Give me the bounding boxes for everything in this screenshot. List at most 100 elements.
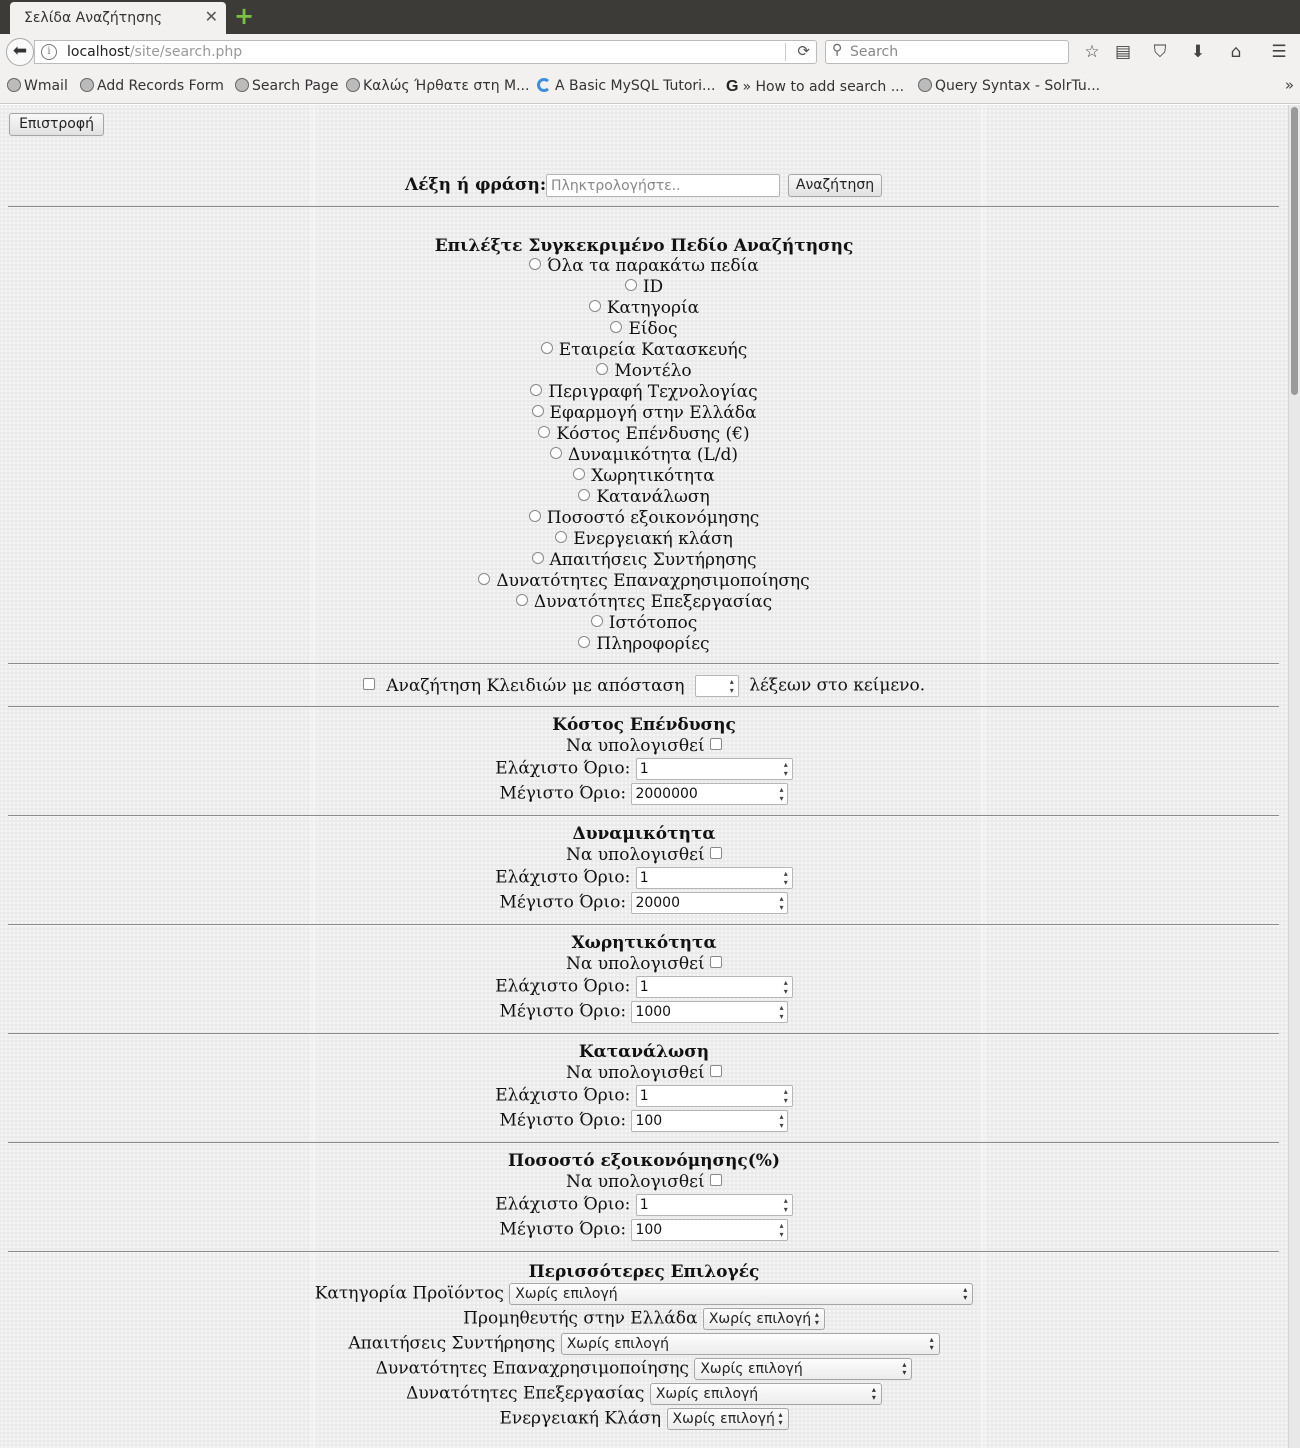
field-option[interactable]: Δυνατότητες Επεξεργασίας [0, 592, 1288, 613]
compute-checkbox[interactable] [710, 1065, 723, 1077]
compute-row: Να υπολογισθεί [0, 736, 1288, 757]
option-select[interactable]: Χωρίς επιλογή ▴ ▾ [702, 1308, 825, 1330]
field-radio[interactable] [596, 363, 609, 375]
field-radio[interactable] [610, 321, 623, 333]
field-option[interactable]: Κόστος Επένδυσης (€) [0, 424, 1288, 445]
close-icon[interactable]: ✕ [205, 7, 218, 26]
pocket-icon[interactable]: ⛉ [1148, 40, 1172, 64]
bookmark-query-syntax[interactable]: Query Syntax - SolrTu... [918, 78, 1100, 94]
field-option[interactable]: Απαιτήσεις Συντήρησης [0, 550, 1288, 571]
bookmark-search-page[interactable]: Search Page [235, 78, 338, 94]
browser-tab[interactable]: Σελίδα Αναζήτησης ✕ [10, 2, 226, 34]
field-radio[interactable] [531, 552, 544, 564]
max-value-stepper[interactable]: 20000 ▴ ▾ [631, 892, 789, 914]
field-radio[interactable] [540, 342, 553, 354]
option-select[interactable]: Χωρίς επιλογή ▴ ▾ [509, 1283, 974, 1305]
field-label: Δυνατότητες Επαναχρησιμοποίησης [496, 571, 810, 591]
url-text[interactable]: localhost/site/search.php [67, 44, 242, 60]
field-option[interactable]: Ενεργειακή κλάση [0, 529, 1288, 550]
field-radio[interactable] [549, 447, 562, 459]
field-option[interactable]: Ιστότοπος [0, 613, 1288, 634]
field-radio[interactable] [538, 426, 551, 438]
min-value-stepper[interactable]: 1 ▴ ▾ [635, 867, 793, 889]
min-value-stepper[interactable]: 1 ▴ ▾ [635, 1085, 793, 1107]
menu-icon[interactable]: ☰ [1267, 40, 1291, 64]
field-radio[interactable] [573, 468, 586, 480]
search-bar[interactable]: ⚲ Search [825, 40, 1069, 64]
min-value-stepper[interactable]: 1 ▴ ▾ [635, 976, 793, 998]
compute-checkbox[interactable] [710, 1174, 723, 1186]
field-option[interactable]: Εφαρμογή στην Ελλάδα [0, 403, 1288, 424]
divider [8, 924, 1279, 926]
search-input[interactable] [546, 174, 780, 197]
max-value-stepper[interactable]: 100 ▴ ▾ [631, 1219, 789, 1241]
reload-icon[interactable]: ⟳ [797, 42, 810, 60]
min-value-stepper[interactable]: 1 ▴ ▾ [635, 1194, 793, 1216]
option-select[interactable]: Χωρίς επιλογή ▴ ▾ [666, 1408, 789, 1430]
proximity-distance-stepper[interactable]: ▴ ▾ [694, 675, 739, 697]
field-radio[interactable] [624, 279, 637, 291]
field-option[interactable]: Περιγραφή Τεχνολογίας [0, 382, 1288, 403]
max-value-stepper[interactable]: 2000000 ▴ ▾ [631, 783, 789, 805]
field-option[interactable]: Πληροφορίες [0, 634, 1288, 655]
field-option[interactable]: Εταιρεία Κατασκευής [0, 340, 1288, 361]
download-icon[interactable]: ⬇ [1186, 40, 1210, 64]
bookmark-welcome[interactable]: Καλώς Ήρθατε στη Μ... [346, 78, 529, 94]
field-option[interactable]: ID [0, 277, 1288, 298]
compute-checkbox[interactable] [710, 847, 723, 859]
proximity-row: Αναζήτηση Κλειδιών με απόσταση ▴ ▾ λέξεων… [0, 675, 1288, 697]
field-option[interactable]: Είδος [0, 319, 1288, 340]
field-radio[interactable] [529, 258, 542, 270]
title-bar: Σελίδα Αναζήτησης ✕ + [0, 0, 1300, 34]
compute-label: Να υπολογισθεί [565, 736, 705, 756]
field-label: Δυναμικότητα (L/d) [567, 445, 739, 465]
field-radio[interactable] [530, 384, 543, 396]
home-icon[interactable]: ⌂ [1224, 40, 1248, 64]
option-select[interactable]: Χωρίς επιλογή ▴ ▾ [560, 1333, 940, 1355]
field-option[interactable]: Μοντέλο [0, 361, 1288, 382]
back-arrow-icon[interactable]: ⬅ [6, 38, 34, 66]
field-radio[interactable] [478, 573, 491, 585]
field-option[interactable]: Κατηγορία [0, 298, 1288, 319]
field-radio[interactable] [578, 489, 591, 501]
field-radio[interactable] [528, 510, 541, 522]
bookmark-mysql-tutorial[interactable]: A Basic MySQL Tutori... [537, 78, 715, 94]
compute-checkbox[interactable] [710, 738, 723, 750]
range-title: Ποσοστό εξοικονόμησης(%) [508, 1151, 780, 1171]
search-button[interactable]: Αναζήτηση [788, 174, 882, 197]
max-value-stepper[interactable]: 100 ▴ ▾ [631, 1110, 789, 1132]
bookmark-add-records-form[interactable]: Add Records Form [80, 78, 224, 94]
field-option[interactable]: Χωρητικότητα [0, 466, 1288, 487]
back-button[interactable]: Επιστροφή [9, 113, 104, 136]
scrollbar[interactable] [1288, 105, 1300, 1448]
option-select[interactable]: Χωρίς επιλογή ▴ ▾ [649, 1383, 882, 1405]
range-title-row: Ποσοστό εξοικονόμησης(%) [0, 1151, 1288, 1172]
proximity-label: Αναζήτηση Κλειδιών με απόσταση [386, 675, 685, 696]
proximity-checkbox[interactable] [362, 677, 375, 690]
field-option[interactable]: Ποσοστό εξοικονόμησης [0, 508, 1288, 529]
field-option[interactable]: Δυνατότητες Επαναχρησιμοποίησης [0, 571, 1288, 592]
reading-list-icon[interactable]: ▤ [1111, 40, 1135, 64]
field-radio[interactable] [515, 594, 528, 606]
field-option[interactable]: Όλα τα παρακάτω πεδία [0, 256, 1288, 277]
field-option[interactable]: Κατανάλωση [0, 487, 1288, 508]
bookmark-add-search[interactable]: G» How to add search ... [726, 78, 904, 96]
scrollbar-thumb[interactable] [1291, 107, 1298, 395]
option-select[interactable]: Χωρίς επιλογή ▴ ▾ [694, 1358, 913, 1380]
bookmark-wmail[interactable]: Wmail [7, 78, 68, 94]
address-bar[interactable]: i localhost/site/search.php ⟳ [34, 40, 817, 64]
compute-checkbox[interactable] [710, 956, 723, 968]
new-tab-plus-icon[interactable]: + [232, 4, 256, 28]
max-value-stepper[interactable]: 1000 ▴ ▾ [631, 1001, 789, 1023]
bookmark-star-icon[interactable]: ☆ [1080, 40, 1104, 64]
field-radio[interactable] [578, 636, 591, 648]
field-option[interactable]: Δυναμικότητα (L/d) [0, 445, 1288, 466]
min-value-stepper[interactable]: 1 ▴ ▾ [635, 758, 793, 780]
field-radio[interactable] [590, 615, 603, 627]
divider [8, 706, 1279, 708]
chevron-more-icon[interactable]: » [1285, 76, 1294, 94]
field-radio[interactable] [588, 300, 601, 312]
info-icon[interactable]: i [41, 44, 57, 60]
field-radio[interactable] [555, 531, 568, 543]
field-radio[interactable] [531, 405, 544, 417]
